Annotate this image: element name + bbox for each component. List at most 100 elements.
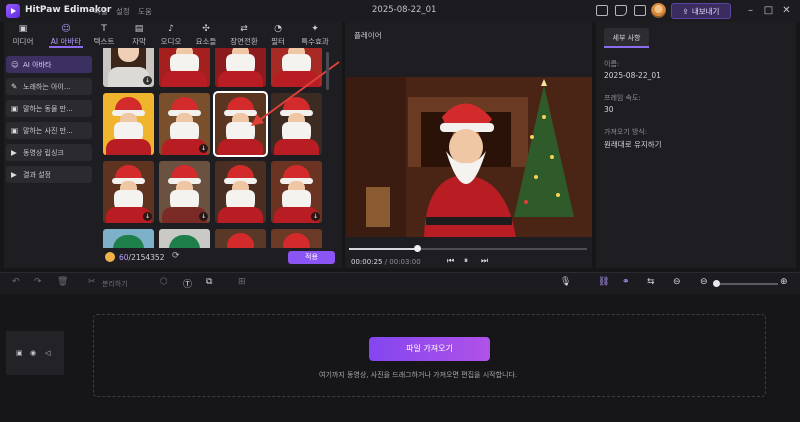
app-logo-icon [6, 4, 20, 18]
lock-icon[interactable]: ▣ [16, 349, 23, 357]
sidebar-item-label: 동영상 립싱크 [23, 148, 64, 157]
sidebar-item-lip-sync[interactable]: ▶ 동영상 립싱크 [6, 144, 92, 161]
tab-label: 오디오 [160, 37, 182, 46]
sidebar-item-label: 말하는 동물 만... [23, 104, 73, 113]
sidebar-item-label: 말하는 사진 만... [23, 126, 73, 135]
tab-audio[interactable]: ♪ 오디오 [152, 24, 190, 48]
zoom-in-icon[interactable]: ⊕ [780, 277, 788, 287]
progress-fill [349, 248, 418, 250]
undo-icon[interactable]: ↶ [12, 277, 20, 287]
video-preview[interactable] [346, 77, 592, 237]
avatar-thumbnail[interactable]: ↓ [159, 93, 210, 155]
layout-icon[interactable] [596, 5, 608, 16]
credits-count: 60/2154352 [119, 253, 164, 262]
avatar-thumbnail[interactable]: ↓ [103, 161, 154, 223]
music-note-icon: ♪ [168, 24, 174, 34]
tab-text[interactable]: T 텍스트 [85, 24, 123, 48]
save-icon[interactable] [634, 5, 646, 16]
zoom-out-icon[interactable]: ⊖ [700, 277, 708, 287]
crop-icon[interactable]: ⧉ [206, 277, 212, 287]
sidebar-item-label: AI 아바타 [23, 60, 52, 69]
avatar-thumbnail[interactable] [159, 48, 210, 87]
tab-bar: ▣ 미디어 ☺ AI 아바타 T 텍스트 ▤ 자막 ♪ 오디오 ✣ 요소들 ⇄ 장면전환 ◔ 필… [4, 22, 342, 48]
sidebar-item-label: 결과 설정 [23, 170, 51, 179]
sidebar-item-label: 노래하는 아이... [23, 82, 71, 91]
video-icon: ▶ [11, 148, 17, 157]
magnet-icon[interactable]: ⚭ [622, 277, 630, 287]
split-icon[interactable]: ✂ [88, 277, 96, 287]
tab-media[interactable]: ▣ 미디어 [4, 24, 42, 48]
filter-icon: ◔ [274, 24, 282, 34]
previous-frame-icon[interactable]: ⏮ [447, 256, 454, 266]
sidebar-item-ai-avatar[interactable]: ☺ AI 아바타 [6, 56, 92, 73]
delete-icon[interactable]: 🗑 [57, 277, 68, 287]
minimize-icon[interactable]: – [745, 5, 756, 16]
split-label[interactable]: 분리하기 [102, 279, 128, 289]
tab-effects[interactable]: ✦ 특수효과 [296, 24, 334, 48]
tab-transitions[interactable]: ⇄ 장면전환 [225, 24, 263, 48]
menu-help[interactable]: 도움 [138, 6, 152, 17]
feedback-icon[interactable] [615, 5, 627, 16]
tab-details[interactable]: 세부 사항 [604, 28, 649, 48]
credits-total: /2154352 [128, 253, 165, 262]
menu-settings[interactable]: 설정 [116, 6, 130, 17]
speaker-icon[interactable]: ◁ [45, 349, 50, 357]
avatar-thumbnail[interactable]: ↓ [159, 161, 210, 223]
maximize-icon[interactable]: □ [763, 5, 774, 16]
download-icon[interactable]: ↓ [199, 212, 208, 221]
pause-icon[interactable]: ⏸ [464, 256, 468, 266]
link-icon[interactable]: ⛓ [598, 277, 609, 287]
import-file-button[interactable]: 파일 가져오기 [369, 337, 490, 361]
sidebar-item-result-settings[interactable]: ▶ 결과 설정 [6, 166, 92, 183]
sidebar-item-talking-animal[interactable]: ▣ 말하는 동물 만... [6, 100, 92, 117]
import-mode-value: 원래대로 유지하기 [604, 140, 662, 149]
name-value: 2025-08-22_01 [604, 71, 661, 80]
tab-ai-avatar[interactable]: ☺ AI 아바타 [47, 24, 85, 48]
avatar-thumbnail[interactable]: ↓ [271, 161, 322, 223]
tab-label: AI 아바타 [50, 37, 82, 46]
sidebar-item-talking-photo[interactable]: ▣ 말하는 사진 만... [6, 122, 92, 139]
avatar[interactable] [651, 3, 666, 18]
time-readout: 00:00:25 / 00:03:00 [351, 258, 421, 266]
progress-handle[interactable] [414, 245, 421, 252]
avatar-thumbnail[interactable] [215, 161, 266, 223]
image-icon: ▣ [11, 104, 19, 113]
redo-icon[interactable]: ↷ [34, 277, 42, 287]
tab-elements[interactable]: ✣ 요소들 [187, 24, 225, 48]
player-panel: 플레이어 00:00:25 / 00:03:00 ⏮ ⏸ ⏭ [345, 22, 592, 268]
import-mode-label: 가져오기 방식: [604, 128, 648, 136]
player-title: 플레이어 [354, 31, 382, 40]
zoom-slider[interactable] [716, 283, 778, 285]
zoom-slider-handle[interactable] [713, 280, 720, 287]
download-icon[interactable]: ↓ [311, 212, 320, 221]
frame-rate-label: 프레임 속도: [604, 94, 641, 102]
close-icon[interactable]: ✕ [781, 5, 792, 16]
export-button[interactable]: ⇪ 내보내기 [671, 3, 731, 19]
tab-filters[interactable]: ◔ 필터 [259, 24, 297, 48]
split-audio-icon[interactable]: ⇆ [647, 277, 655, 287]
eye-icon[interactable]: ◉ [30, 349, 36, 357]
freeze-frame-icon[interactable]: ⊞ [238, 277, 246, 287]
menu-file[interactable]: 파일 [94, 6, 108, 17]
avatar-thumbnail[interactable]: ↓ [103, 48, 154, 87]
pencil-icon: ✎ [11, 82, 18, 91]
grid-scrollbar[interactable] [326, 52, 329, 90]
media-panel: ▣ 미디어 ☺ AI 아바타 T 텍스트 ▤ 자막 ♪ 오디오 ✣ 요소들 ⇄ 장면전환 ◔ 필… [4, 22, 342, 268]
mask-icon[interactable]: ⬡ [160, 277, 168, 287]
credits-bar: 60/2154352 ⟳ 적용 [98, 248, 338, 266]
text-icon: T [101, 24, 107, 34]
text-tool-icon[interactable]: Ⓣ [183, 277, 192, 290]
download-icon[interactable]: ↓ [143, 212, 152, 221]
export-label: 내보내기 [691, 6, 720, 16]
download-icon[interactable]: ↓ [199, 144, 208, 153]
refresh-icon[interactable]: ⟳ [172, 251, 180, 261]
coin-icon [105, 252, 115, 262]
fit-icon[interactable]: ⊖ [673, 277, 681, 287]
microphone-icon[interactable]: 🎙 [560, 277, 571, 287]
apply-button[interactable]: 적용 [288, 251, 335, 264]
download-icon[interactable]: ↓ [143, 76, 152, 85]
avatar-thumbnail[interactable] [103, 93, 154, 155]
sidebar-item-singing-baby[interactable]: ✎ 노래하는 아이... [6, 78, 92, 95]
avatar-icon: ☺ [11, 60, 19, 69]
next-frame-icon[interactable]: ⏭ [481, 256, 488, 266]
